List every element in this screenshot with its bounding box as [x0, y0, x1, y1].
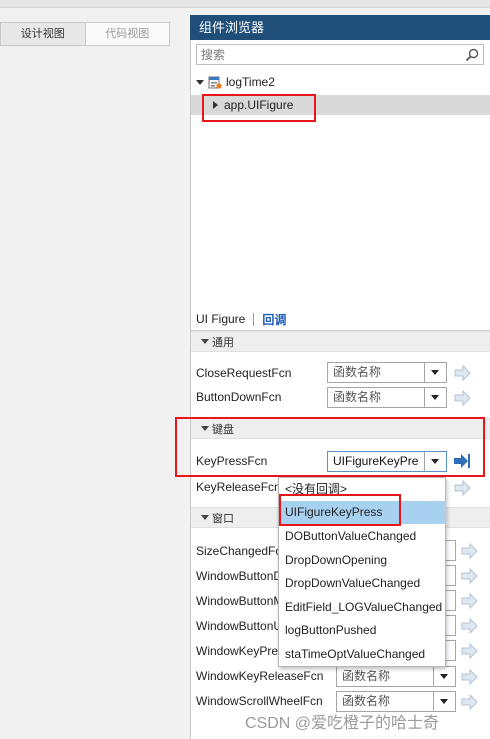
prop-label-sizechangedfcn: SizeChangedFcn	[196, 544, 278, 558]
windowkeyreleasefcn-dropdown[interactable]: 函数名称	[336, 666, 456, 687]
prop-label-windowkeyreleasefcn: WindowKeyReleaseFcn	[196, 669, 324, 683]
top-toolbar-edge	[0, 0, 490, 8]
highlight-box-keyboard	[175, 417, 485, 477]
dropdown-option[interactable]: DropDownValueChanged	[280, 572, 446, 595]
collapse-icon[interactable]	[201, 515, 209, 520]
tab-design-view[interactable]: 设计视图	[1, 23, 86, 45]
windowkeyreleasefcn-value: 函数名称	[342, 669, 391, 683]
go-to-callback-icon[interactable]	[461, 568, 479, 584]
expand-down-icon[interactable]	[196, 79, 204, 85]
tab-divider	[253, 312, 255, 326]
tree-root-label: logTime2	[226, 75, 275, 89]
app-file-icon	[208, 76, 222, 89]
dropdown-option[interactable]: DropDownOpening	[280, 549, 446, 572]
prop-label-windowkeypressfcn: WindowKeyPressFcn	[196, 644, 278, 658]
go-to-callback-icon[interactable]	[454, 480, 472, 496]
go-to-callback-icon[interactable]	[454, 365, 472, 381]
section-general-label: 通用	[212, 336, 234, 349]
prop-label-keyreleasefcn: KeyReleaseFcn	[196, 480, 281, 494]
tab-ui-figure[interactable]: UI Figure	[196, 312, 245, 326]
dropdown-option[interactable]: EditField_LOGValueChanged	[280, 596, 446, 619]
go-to-callback-icon[interactable]	[461, 618, 479, 634]
prop-label-windowbuttondownfcn: WindowButtonDownFcn	[196, 569, 278, 583]
go-to-callback-icon[interactable]	[461, 543, 479, 559]
search-input[interactable]	[201, 46, 451, 63]
go-to-callback-icon[interactable]	[461, 643, 479, 659]
watermark: CSDN @爱吃橙子的哈士奇	[245, 715, 440, 732]
dropdown-option[interactable]: staTimeOptValueChanged	[280, 643, 446, 666]
section-window-label: 窗口	[212, 512, 234, 525]
tab-code-view[interactable]: 代码视图	[86, 23, 170, 45]
go-to-callback-icon[interactable]	[454, 390, 472, 406]
buttondownfcn-dropdown[interactable]: 函数名称	[327, 387, 447, 408]
closerequestfcn-value: 函数名称	[333, 365, 382, 379]
chevron-down-icon[interactable]	[424, 388, 446, 407]
chevron-down-icon[interactable]	[424, 363, 446, 382]
go-to-callback-icon[interactable]	[461, 694, 479, 710]
chevron-down-icon[interactable]	[433, 667, 455, 686]
prop-label-windowbuttonmotionfcn: WindowButtonMotionFcn	[196, 594, 278, 608]
go-to-callback-icon[interactable]	[461, 669, 479, 685]
prop-label-windowscrollwheelfcn: WindowScrollWheelFcn	[196, 694, 323, 708]
buttondownfcn-value: 函数名称	[333, 390, 382, 404]
closerequestfcn-dropdown[interactable]: 函数名称	[327, 362, 447, 383]
search-icon[interactable]	[465, 48, 479, 62]
prop-label-closerequestfcn: CloseRequestFcn	[196, 366, 292, 380]
section-general-header[interactable]: 通用	[191, 331, 490, 352]
inspector-tabs: UI Figure 回调	[196, 310, 286, 328]
view-switcher: 设计视图 代码视图	[0, 22, 170, 46]
prop-label-windowbuttonupfcn: WindowButtonUpFcn	[196, 619, 278, 633]
component-browser-title: 组件浏览器	[190, 15, 490, 40]
collapse-icon[interactable]	[201, 339, 209, 344]
tab-callbacks[interactable]: 回调	[262, 311, 286, 328]
search-box	[196, 44, 484, 65]
highlight-box-selected-option	[279, 494, 401, 526]
design-canvas-area	[0, 9, 184, 739]
prop-label-buttondownfcn: ButtonDownFcn	[196, 390, 282, 404]
go-to-callback-icon[interactable]	[461, 593, 479, 609]
highlight-box-uifigure	[202, 94, 316, 122]
dropdown-option[interactable]: logButtonPushed	[280, 619, 446, 642]
tree-root-node[interactable]: logTime2	[196, 73, 275, 91]
dropdown-option[interactable]: DOButtonValueChanged	[280, 525, 446, 548]
